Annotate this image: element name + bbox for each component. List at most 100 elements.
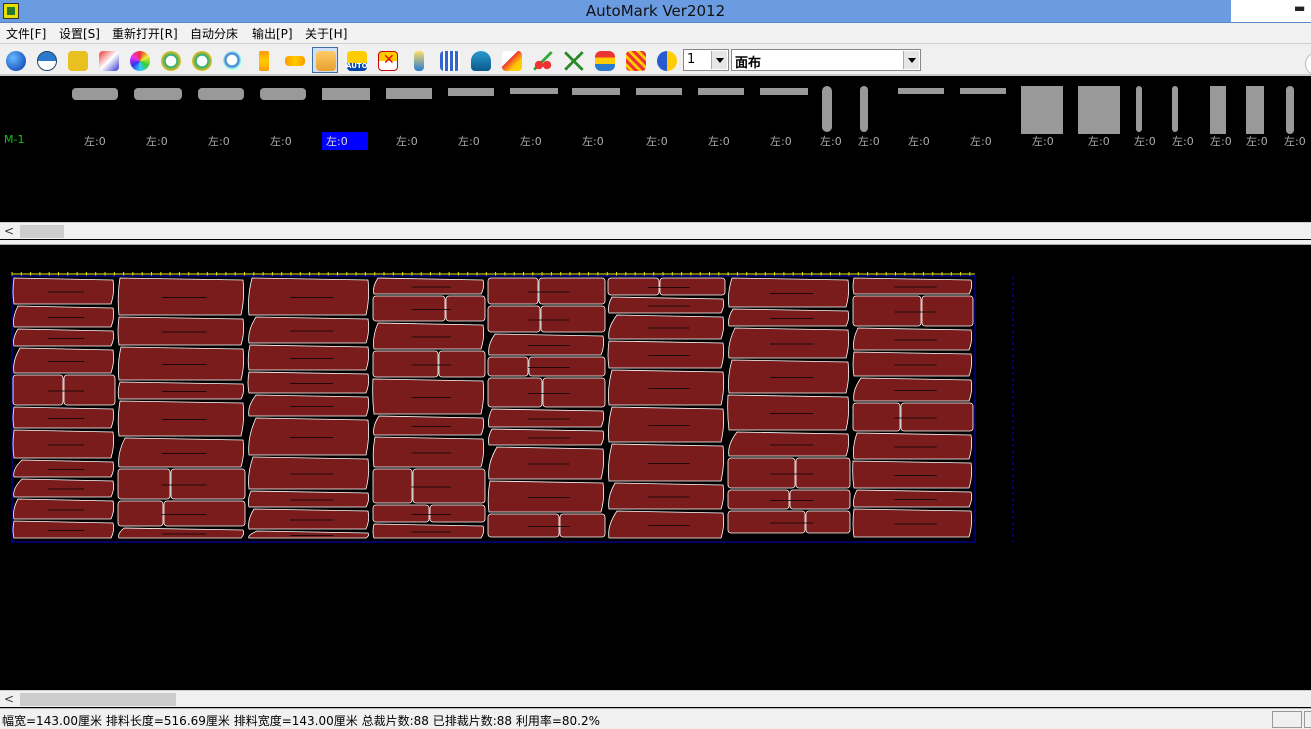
piece-count[interactable]: 左:0 bbox=[392, 132, 422, 150]
piece-icon[interactable] bbox=[436, 47, 462, 73]
cancel-icon[interactable]: ✕ bbox=[374, 47, 400, 73]
auto-icon[interactable]: AUTO bbox=[343, 47, 369, 73]
fabric-select[interactable]: 面布 bbox=[731, 49, 921, 71]
piece-count[interactable]: 左:0 bbox=[516, 132, 546, 150]
pattern-piece[interactable] bbox=[13, 347, 115, 374]
piece-thumbnail[interactable] bbox=[860, 86, 868, 132]
pattern-piece[interactable] bbox=[63, 374, 116, 406]
pattern-piece[interactable] bbox=[853, 377, 973, 402]
pattern-piece[interactable] bbox=[852, 402, 901, 432]
pattern-piece[interactable] bbox=[372, 350, 439, 378]
pattern-piece[interactable] bbox=[853, 432, 973, 460]
pattern-piece[interactable] bbox=[542, 377, 606, 408]
scroll-thumb[interactable] bbox=[20, 225, 64, 238]
move-horizontal-icon[interactable] bbox=[281, 47, 307, 73]
pattern-piece[interactable] bbox=[373, 415, 485, 436]
pattern-piece[interactable] bbox=[608, 314, 725, 340]
pattern-piece[interactable] bbox=[728, 327, 850, 359]
piece-count[interactable]: 左:0 bbox=[904, 132, 934, 150]
chevron-down-icon[interactable] bbox=[711, 51, 727, 69]
pattern-piece[interactable] bbox=[607, 340, 725, 369]
menu-about[interactable]: 关于[H] bbox=[305, 25, 347, 42]
piece-thumbnail[interactable] bbox=[448, 88, 494, 96]
pattern-piece[interactable] bbox=[538, 277, 606, 305]
pattern-piece[interactable] bbox=[445, 295, 486, 322]
half-globe-icon[interactable] bbox=[33, 47, 59, 73]
piece-thumbnail[interactable] bbox=[960, 88, 1006, 94]
pattern-piece[interactable] bbox=[727, 489, 790, 510]
piece-count[interactable]: 左:0 bbox=[854, 132, 884, 150]
piece-thumbnail[interactable] bbox=[322, 88, 370, 100]
pattern-piece[interactable] bbox=[117, 500, 164, 527]
scroll-thumb[interactable] bbox=[20, 693, 176, 706]
piece-thumbnail[interactable] bbox=[898, 88, 944, 94]
pattern-piece[interactable] bbox=[118, 527, 245, 539]
piece-thumbnail[interactable] bbox=[1136, 86, 1142, 132]
marker-scrollbar[interactable]: < bbox=[0, 690, 1311, 707]
pattern-icon[interactable] bbox=[622, 47, 648, 73]
pattern-piece[interactable] bbox=[372, 436, 485, 468]
pattern-piece[interactable] bbox=[487, 480, 605, 513]
compass-icon[interactable] bbox=[560, 47, 586, 73]
pattern-piece[interactable] bbox=[728, 431, 850, 457]
pattern-piece[interactable] bbox=[608, 510, 725, 539]
menu-auto-split[interactable]: 自动分床 bbox=[190, 25, 238, 42]
pattern-piece[interactable] bbox=[163, 500, 246, 527]
pattern-piece[interactable] bbox=[488, 446, 605, 480]
globe-icon[interactable] bbox=[2, 47, 28, 73]
pattern-piece[interactable] bbox=[247, 490, 370, 508]
pattern-piece[interactable] bbox=[487, 356, 529, 377]
zoom-icon[interactable] bbox=[219, 47, 245, 73]
pattern-piece[interactable] bbox=[248, 394, 370, 417]
pattern-piece[interactable] bbox=[900, 402, 974, 432]
pattern-piece[interactable] bbox=[372, 523, 485, 539]
piece-count[interactable]: 左:0 bbox=[266, 132, 296, 150]
pattern-piece[interactable] bbox=[372, 468, 413, 504]
piece-count[interactable]: 左:0 bbox=[966, 132, 996, 150]
pattern-piece[interactable] bbox=[117, 346, 245, 381]
pattern-piece[interactable] bbox=[853, 489, 973, 508]
piece-thumbnail[interactable] bbox=[1246, 86, 1264, 134]
pattern-piece[interactable] bbox=[488, 428, 605, 446]
pattern-piece[interactable] bbox=[805, 510, 851, 534]
marker-layout[interactable] bbox=[0, 246, 1311, 690]
pattern-piece[interactable] bbox=[608, 369, 725, 406]
pattern-piece[interactable] bbox=[488, 408, 605, 428]
pattern-piece[interactable] bbox=[248, 316, 370, 344]
minimize-icon[interactable]: ▬ bbox=[1294, 1, 1305, 15]
pattern-piece[interactable] bbox=[12, 406, 115, 429]
piece-count[interactable]: 左:0 bbox=[1242, 132, 1272, 150]
menu-reopen[interactable]: 重新打开[R] bbox=[112, 25, 178, 42]
pattern-piece[interactable] bbox=[170, 468, 246, 500]
pattern-piece[interactable] bbox=[727, 457, 796, 489]
pattern-piece[interactable] bbox=[853, 327, 973, 351]
marker-canvas[interactable] bbox=[0, 246, 1311, 690]
pattern-piece[interactable] bbox=[608, 296, 725, 314]
pattern-piece[interactable] bbox=[13, 498, 115, 520]
piece-thumbnail[interactable] bbox=[134, 88, 182, 100]
pattern-piece[interactable] bbox=[372, 504, 430, 523]
pattern-piece[interactable] bbox=[487, 305, 541, 333]
pattern-piece[interactable] bbox=[117, 316, 245, 346]
pattern-piece[interactable] bbox=[372, 295, 446, 322]
pattern-piece[interactable] bbox=[13, 478, 115, 498]
move-vertical-icon[interactable] bbox=[250, 47, 276, 73]
edit-icon[interactable] bbox=[498, 47, 524, 73]
rotate-left-icon[interactable] bbox=[157, 47, 183, 73]
piece-count[interactable]: 左:0 bbox=[1280, 132, 1310, 150]
pattern-piece[interactable] bbox=[429, 504, 486, 523]
piece-thumbnail[interactable] bbox=[572, 88, 620, 95]
pattern-piece[interactable] bbox=[559, 513, 606, 538]
pattern-piece[interactable] bbox=[921, 295, 974, 327]
menu-output[interactable]: 输出[P] bbox=[252, 25, 293, 42]
pattern-piece[interactable] bbox=[248, 508, 370, 530]
piece-thumbnail[interactable] bbox=[1286, 86, 1294, 134]
pattern-piece[interactable] bbox=[852, 295, 922, 327]
pattern-piece[interactable] bbox=[852, 277, 973, 295]
pattern-piece[interactable] bbox=[608, 406, 725, 443]
piece-thumbnail[interactable] bbox=[1172, 86, 1178, 132]
pieces-scrollbar[interactable]: < bbox=[0, 222, 1311, 239]
pattern-piece[interactable] bbox=[117, 468, 171, 500]
piece-count[interactable]: 左:0 bbox=[1028, 132, 1058, 150]
pattern-piece[interactable] bbox=[247, 344, 370, 371]
